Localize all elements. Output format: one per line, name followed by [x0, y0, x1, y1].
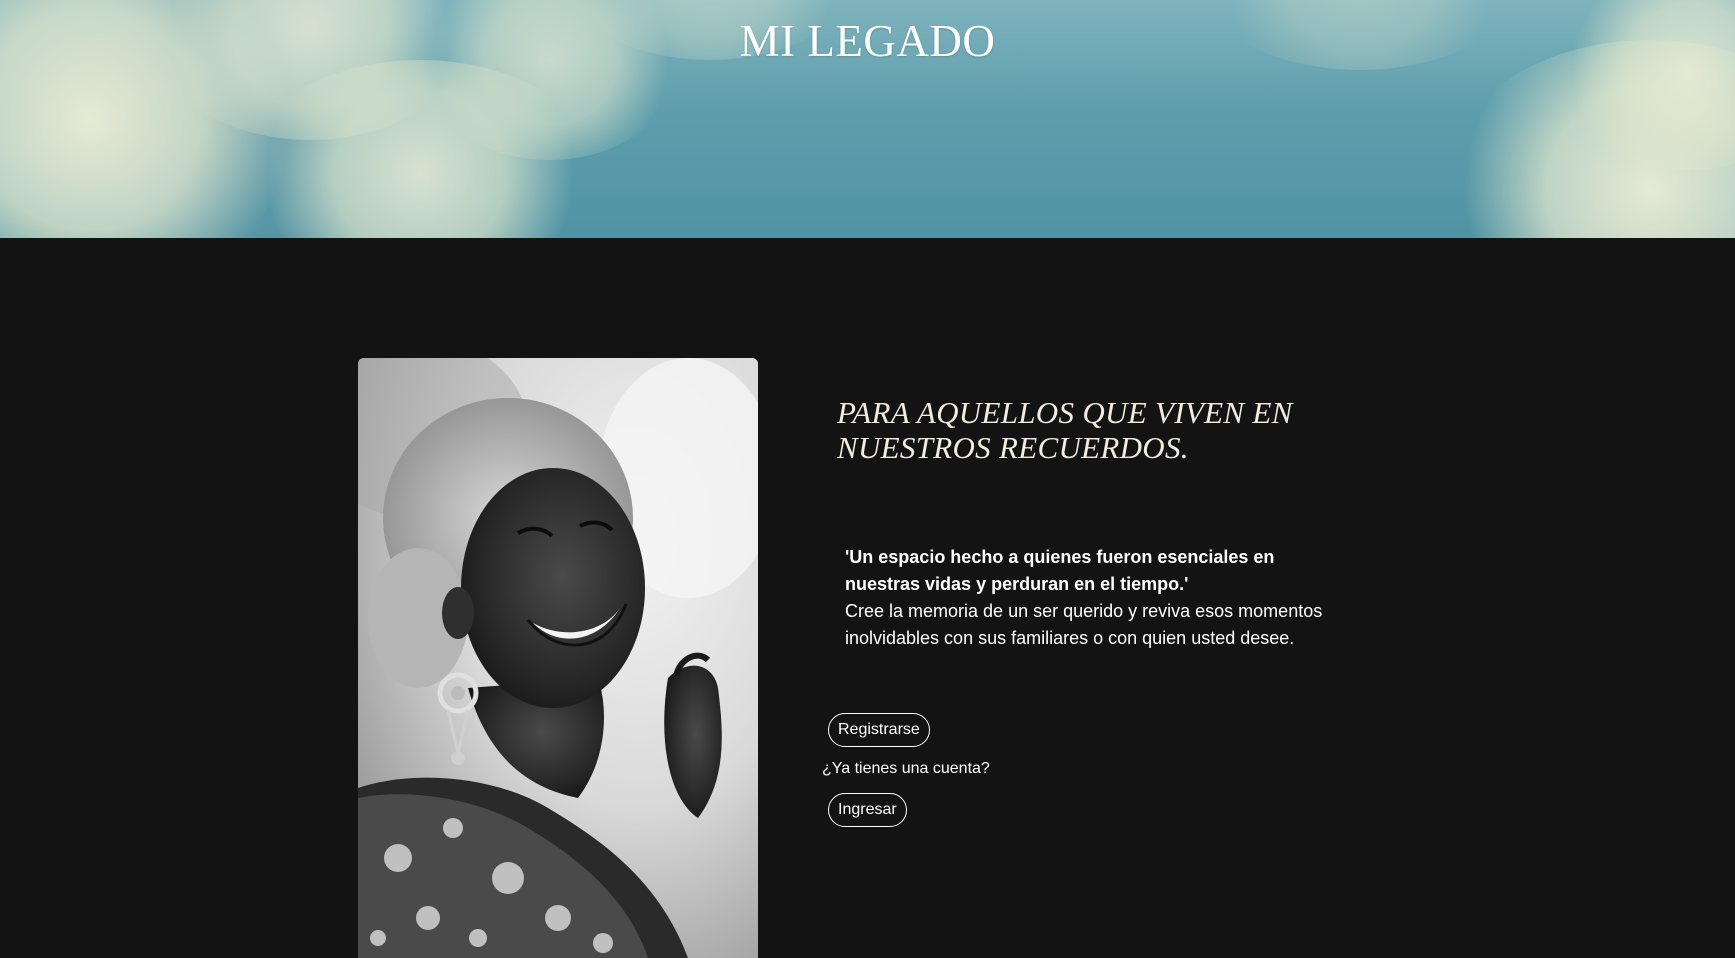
hero-quote: 'Un espacio hecho a quienes fueron esenc… [845, 547, 1275, 594]
login-button[interactable]: Ingresar [828, 793, 907, 827]
site-title: MI LEGADO [739, 16, 996, 66]
account-question: ¿Ya tienes una cuenta? [822, 760, 990, 777]
sky-banner: MI LEGADO [0, 0, 1735, 238]
hero-description: Cree la memoria de un ser querido y revi… [845, 601, 1323, 648]
register-button[interactable]: Registrarse [828, 713, 930, 747]
hero-heading: PARA AQUELLOS QUE VIVEN EN NUESTROS RECU… [837, 395, 1293, 465]
portrait-photo [358, 358, 758, 958]
